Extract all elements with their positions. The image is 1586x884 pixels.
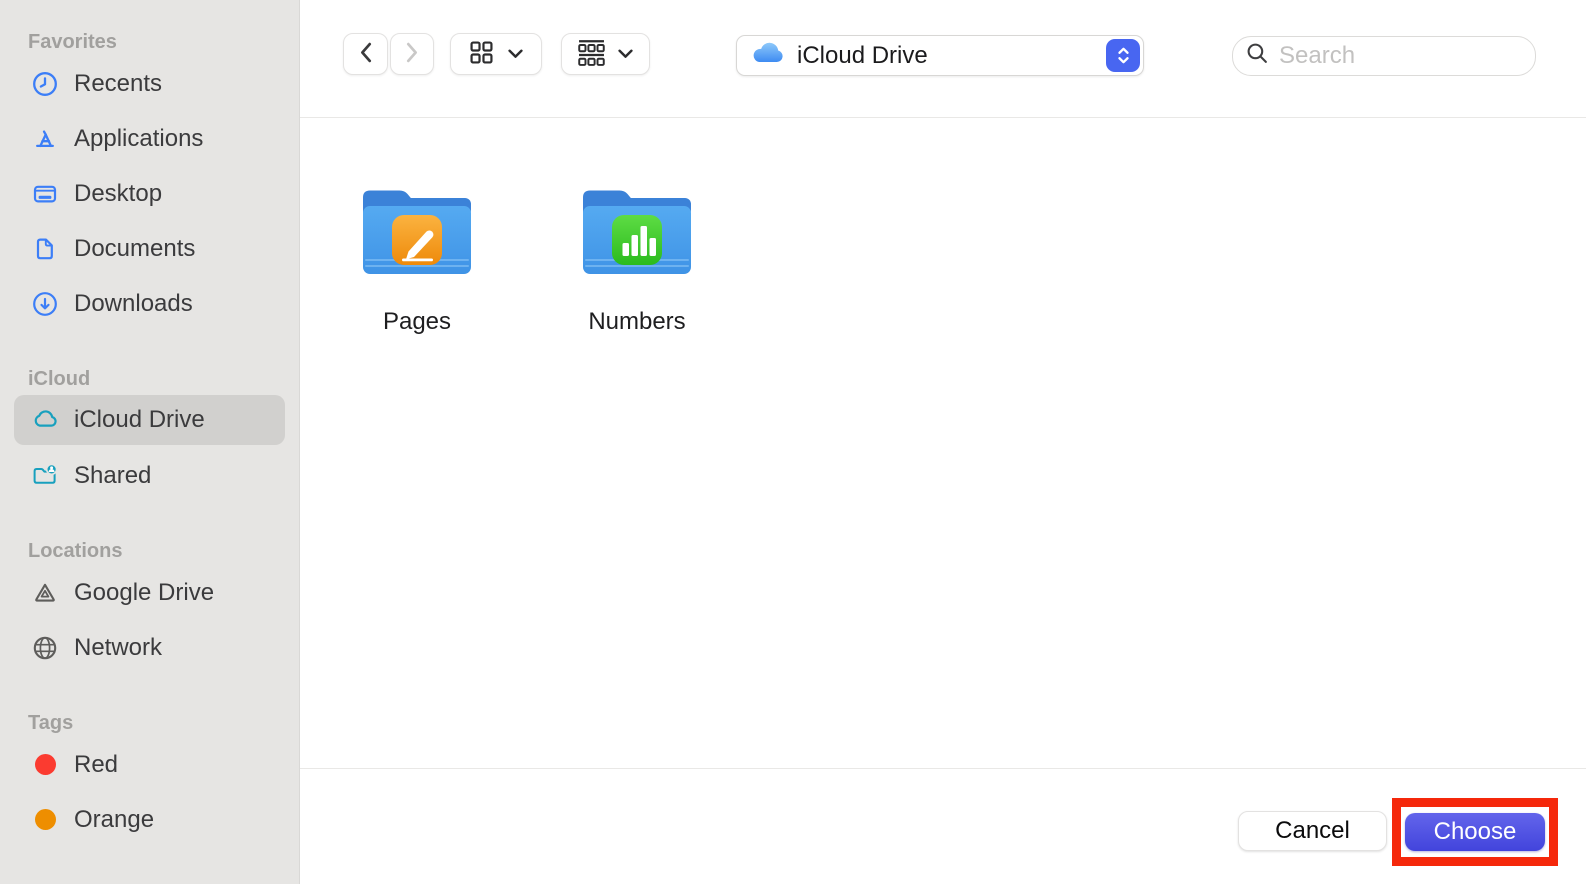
search-input[interactable] xyxy=(1279,42,1509,70)
orange-tag-dot-icon xyxy=(30,805,60,835)
back-button[interactable] xyxy=(343,33,388,75)
sidebar-section-tags: Tags Red Orange xyxy=(14,709,285,847)
folder-name: Pages xyxy=(382,308,452,335)
search-field xyxy=(1232,36,1536,76)
icloud-drive-icon xyxy=(751,42,785,70)
sidebar-item-recents[interactable]: Recents xyxy=(14,56,285,111)
sidebar-item-documents[interactable]: Documents xyxy=(14,221,285,276)
search-icon xyxy=(1246,42,1269,70)
sidebar-item-label: Desktop xyxy=(74,179,163,207)
desktop-icon xyxy=(30,179,60,209)
folder-name: Numbers xyxy=(588,308,686,335)
sidebar-item-label: Documents xyxy=(74,234,196,262)
icloud-cloud-icon xyxy=(30,405,60,435)
app-store-icon xyxy=(30,124,60,154)
dialog-footer: Cancel Choose xyxy=(300,768,1586,884)
choose-button[interactable]: Choose xyxy=(1405,813,1545,851)
sidebar-item-label: iCloud Drive xyxy=(74,406,205,433)
group-view-button[interactable] xyxy=(561,33,650,75)
section-title-icloud: iCloud xyxy=(28,368,91,390)
sidebar-item-tag-orange[interactable]: Orange xyxy=(14,792,285,847)
sidebar-section-icloud: iCloud iCloud Drive Shared xyxy=(14,365,285,503)
clock-icon xyxy=(30,69,60,99)
cancel-button[interactable]: Cancel xyxy=(1238,811,1387,851)
file-browser: Pages Numbers xyxy=(300,119,1586,768)
sidebar-item-desktop[interactable]: Desktop xyxy=(14,166,285,221)
section-title-favorites: Favorites xyxy=(28,31,117,53)
chevron-right-icon xyxy=(406,42,419,66)
shared-folder-icon xyxy=(30,461,60,491)
folder-numbers[interactable]: Numbers xyxy=(562,182,712,336)
chevron-down-icon xyxy=(618,47,633,62)
sidebar-item-label: Red xyxy=(74,750,119,778)
location-dropdown[interactable]: iCloud Drive xyxy=(736,35,1144,76)
location-dropdown-label: iCloud Drive xyxy=(797,41,928,69)
sidebar-item-label: Orange xyxy=(74,805,155,833)
sidebar-item-icloud-drive[interactable]: iCloud Drive xyxy=(14,395,285,445)
network-globe-icon xyxy=(30,633,60,663)
chevron-down-icon xyxy=(507,47,523,62)
group-view-icon xyxy=(578,39,605,69)
sidebar-section-favorites: Favorites Recents Applications Desktop D… xyxy=(14,28,285,331)
sidebar-item-shared[interactable]: Shared xyxy=(14,448,285,503)
sidebar-item-label: Recents xyxy=(74,69,163,97)
sidebar-item-label: Applications xyxy=(74,124,204,152)
sidebar-item-applications[interactable]: Applications xyxy=(14,111,285,166)
folder-icon xyxy=(583,190,691,274)
sidebar-section-locations: Locations Google Drive Network xyxy=(14,537,285,675)
sidebar-item-network[interactable]: Network xyxy=(14,620,285,675)
toolbar: iCloud Drive xyxy=(300,0,1586,118)
document-icon xyxy=(30,234,60,264)
section-title-tags: Tags xyxy=(28,712,74,734)
sidebar-item-downloads[interactable]: Downloads xyxy=(14,276,285,331)
google-drive-icon xyxy=(30,578,60,608)
icon-view-button[interactable] xyxy=(450,33,542,75)
numbers-app-badge-icon xyxy=(612,215,662,265)
sidebar-item-tag-red[interactable]: Red xyxy=(14,737,285,792)
section-title-locations: Locations xyxy=(28,540,123,562)
sidebar-item-label: Downloads xyxy=(74,289,193,317)
sidebar-item-google-drive[interactable]: Google Drive xyxy=(14,565,285,620)
grid-view-icon xyxy=(469,41,493,67)
folder-icon xyxy=(363,190,471,274)
sidebar-item-label: Network xyxy=(74,633,163,661)
annotation-highlight-box: Choose xyxy=(1392,798,1558,866)
forward-button[interactable] xyxy=(390,33,434,75)
sidebar-item-label: Google Drive xyxy=(74,578,215,606)
sidebar: Favorites Recents Applications Desktop D… xyxy=(0,0,300,884)
pages-app-badge-icon xyxy=(392,215,442,265)
dropdown-stepper-icon xyxy=(1106,39,1140,72)
download-circle-icon xyxy=(30,289,60,319)
chevron-left-icon xyxy=(359,42,372,66)
file-picker-dialog: Favorites Recents Applications Desktop D… xyxy=(0,0,1586,884)
folder-pages[interactable]: Pages xyxy=(342,182,492,336)
sidebar-item-label: Shared xyxy=(74,461,152,489)
red-tag-dot-icon xyxy=(30,750,60,780)
